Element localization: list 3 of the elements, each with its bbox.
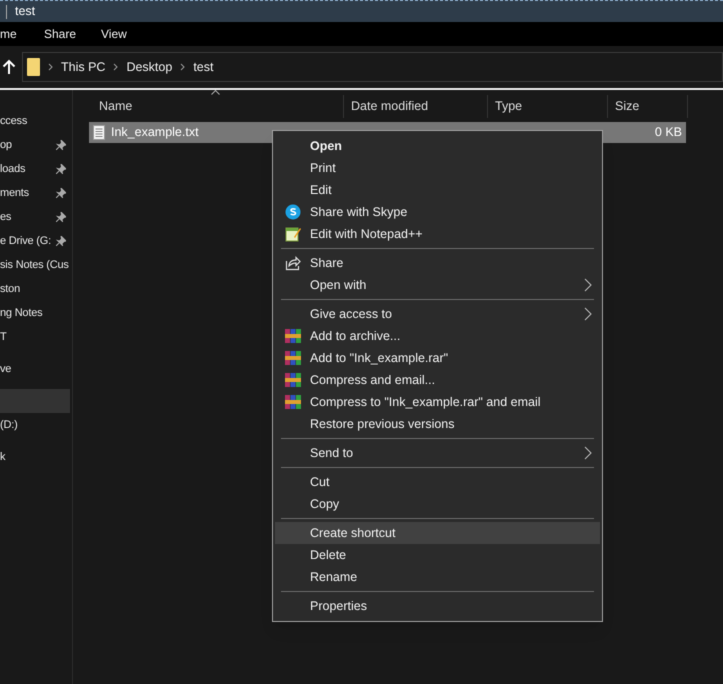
- file-size: 0 KB: [654, 124, 683, 142]
- file-name: Ink_example.txt: [111, 124, 200, 142]
- window-title: test: [15, 3, 36, 20]
